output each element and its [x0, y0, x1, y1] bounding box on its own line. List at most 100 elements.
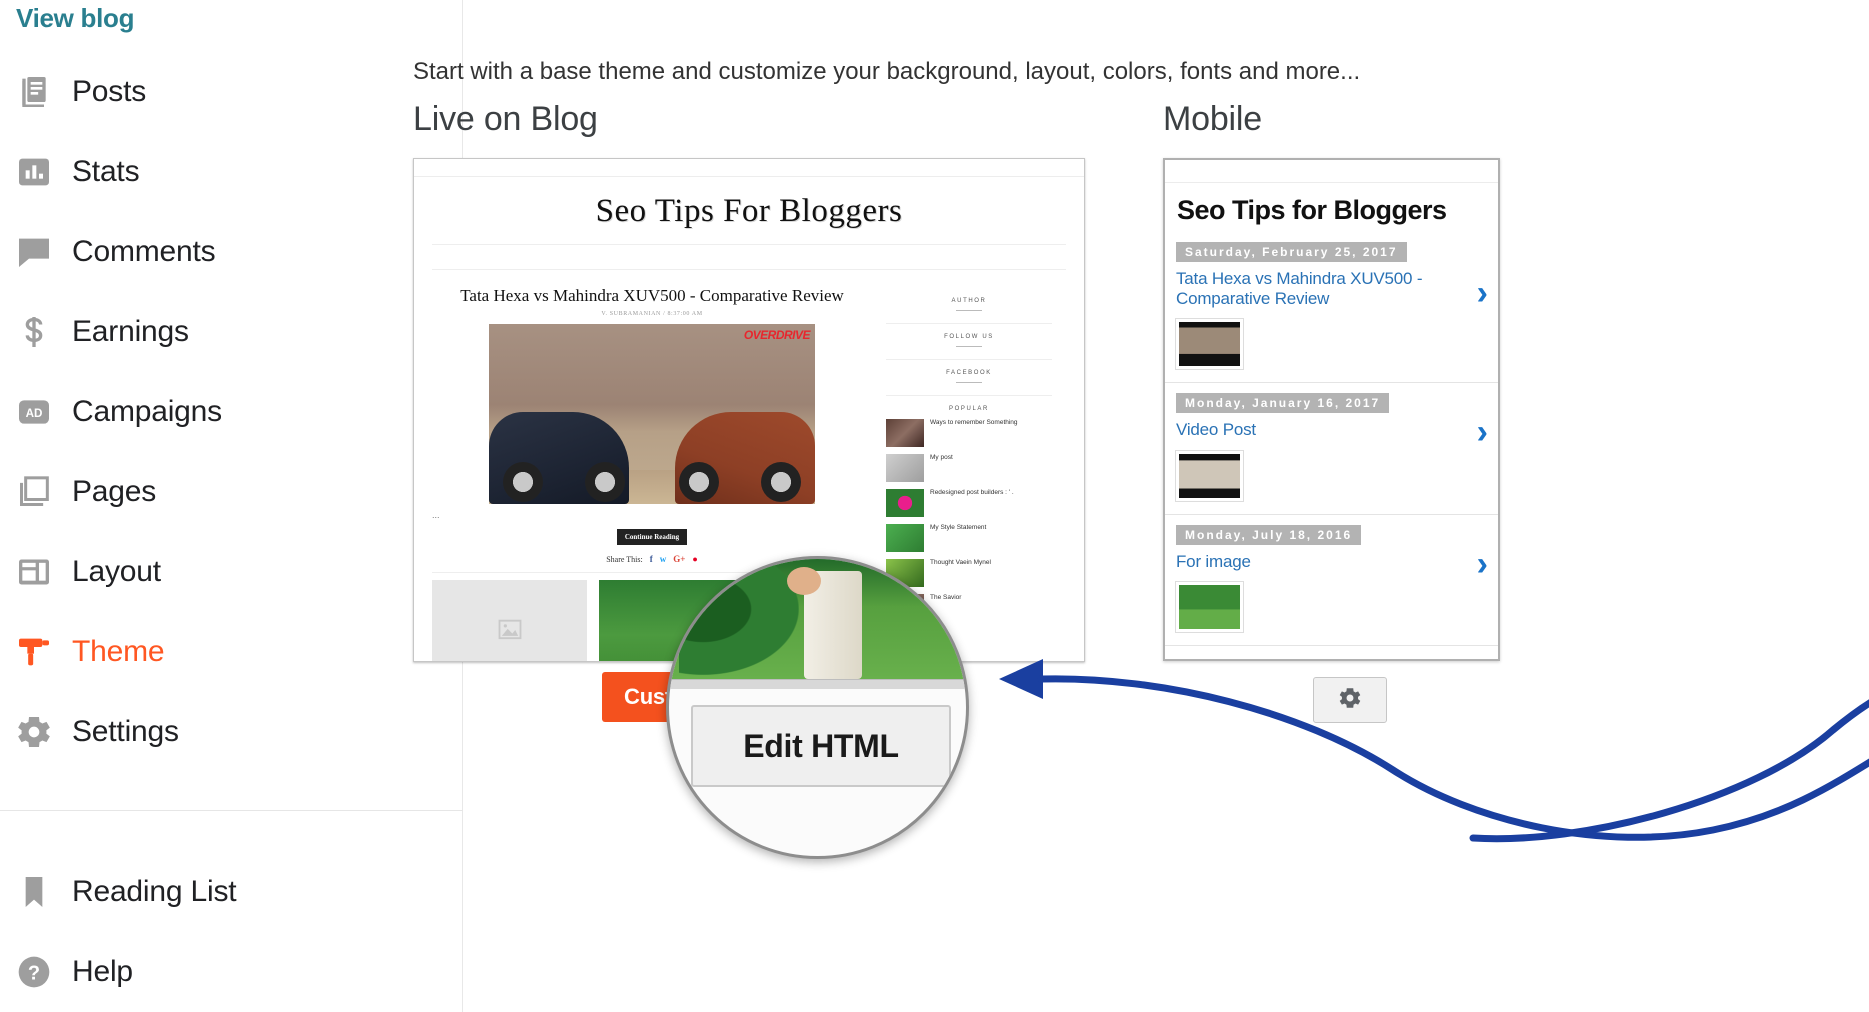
mobile-post-item[interactable]: Monday, January 16, 2017 Video Post ›	[1165, 383, 1498, 515]
layout-icon	[14, 548, 72, 596]
sidebar-item-pages[interactable]: Pages	[0, 452, 463, 532]
sidebar-item-stats[interactable]: Stats	[0, 132, 463, 212]
preview-nav-bar	[432, 244, 1066, 270]
mobile-blog-title: Seo Tips for Bloggers	[1177, 195, 1447, 225]
mobile-post-item[interactable]: Monday, July 18, 2016 For image ›	[1165, 515, 1498, 647]
sidebar: View blog Posts Stats Comments Earnings …	[0, 0, 463, 1012]
widget-rule	[956, 382, 982, 383]
preview-post-image: OVERDRIVE	[489, 324, 815, 505]
mobile-post-thumb	[1176, 319, 1243, 370]
mobile-post-thumb	[1176, 450, 1243, 501]
preview-post-excerpt: ...	[432, 510, 440, 521]
widget-label: FOLLOW US	[944, 334, 994, 340]
share-label: Share This:	[606, 554, 643, 564]
magnifier-callout: Edit HTML	[666, 556, 969, 859]
posts-icon	[14, 68, 72, 116]
stats-icon	[14, 148, 72, 196]
preview-widget-author: AUTHOR	[886, 288, 1052, 324]
mobile-settings-button[interactable]	[1313, 677, 1387, 723]
main-content: Start with a base theme and customize yo…	[413, 0, 1869, 1012]
mobile-post-date: Monday, July 18, 2016	[1176, 524, 1362, 545]
chevron-right-icon[interactable]: ›	[1477, 276, 1488, 310]
preview-widget-follow-us: FOLLOW US	[886, 324, 1052, 360]
edit-html-button[interactable]: Edit HTML	[691, 705, 951, 787]
sidebar-item-label: Settings	[72, 715, 179, 748]
popular-post-item[interactable]: My Style Statement	[886, 524, 1052, 552]
continue-reading-button[interactable]: Continue Reading	[616, 529, 688, 546]
popular-post-thumb	[886, 489, 924, 517]
preview-post-title: Tata Hexa vs Mahindra XUV500 - Comparati…	[460, 286, 844, 305]
sidebar-item-settings[interactable]: Settings	[0, 692, 463, 772]
comments-icon	[14, 228, 72, 276]
earnings-icon	[14, 308, 72, 356]
sidebar-divider	[0, 810, 463, 811]
preview-blog-title: Seo Tips For Bloggers	[595, 193, 903, 229]
popular-post-title: My post	[930, 454, 953, 461]
facebook-icon[interactable]: f	[650, 554, 653, 564]
popular-post-item[interactable]: Ways to remember Something	[886, 419, 1052, 447]
mobile-post-title[interactable]: For image	[1165, 545, 1498, 572]
sidebar-item-label: Pages	[72, 475, 157, 508]
sidebar-item-label: Comments	[72, 235, 216, 268]
preview-widget-facebook: FACEBOOK	[886, 360, 1052, 396]
chevron-right-icon[interactable]: ›	[1477, 415, 1488, 449]
twitter-icon[interactable]: w	[660, 554, 667, 564]
svg-text:AD: AD	[26, 407, 43, 420]
sidebar-item-layout[interactable]: Layout	[0, 532, 463, 612]
view-blog-link[interactable]: View blog	[16, 3, 134, 34]
overdrive-watermark: OVERDRIVE	[743, 328, 811, 343]
popular-post-item[interactable]: Redesigned post builders : ' .	[886, 489, 1052, 517]
sidebar-item-label: Layout	[72, 555, 161, 588]
sidebar-item-help[interactable]: ? Help	[0, 932, 463, 1012]
theme-description: Start with a base theme and customize yo…	[413, 58, 1361, 85]
chevron-right-icon[interactable]: ›	[1477, 547, 1488, 581]
sidebar-item-label: Help	[72, 955, 133, 988]
settings-icon	[14, 708, 72, 756]
mobile-post-title[interactable]: Video Post	[1165, 413, 1498, 440]
popular-post-title: Ways to remember Something	[930, 419, 1018, 426]
popular-post-thumb	[886, 524, 924, 552]
mobile-preview[interactable]: Seo Tips for Bloggers Saturday, February…	[1163, 158, 1500, 661]
popular-widget-label: POPULAR	[949, 406, 989, 412]
popular-post-item[interactable]: My post	[886, 454, 1052, 482]
placeholder-image-thumb	[432, 580, 587, 661]
help-icon: ?	[14, 948, 72, 996]
mobile-post-divider	[1165, 645, 1498, 647]
sidebar-item-earnings[interactable]: Earnings	[0, 292, 463, 372]
widget-rule	[956, 310, 982, 311]
sidebar-item-label: Campaigns	[72, 395, 222, 428]
popular-post-thumb	[886, 454, 924, 482]
live-on-blog-heading: Live on Blog	[413, 100, 598, 138]
popular-post-thumb	[886, 419, 924, 447]
theme-icon	[14, 628, 72, 676]
sidebar-item-comments[interactable]: Comments	[0, 212, 463, 292]
svg-text:?: ?	[28, 963, 40, 985]
bookmark-icon	[14, 868, 72, 916]
sidebar-item-theme[interactable]: Theme	[0, 612, 463, 692]
widget-rule	[956, 346, 982, 347]
sidebar-main-nav: Posts Stats Comments Earnings AD Campaig…	[0, 52, 463, 772]
gear-icon	[1337, 685, 1363, 716]
mobile-post-title[interactable]: Tata Hexa vs Mahindra XUV500 - Comparati…	[1165, 262, 1498, 308]
sidebar-bottom-nav: Reading List ? Help	[0, 852, 463, 1012]
sidebar-item-reading-list[interactable]: Reading List	[0, 852, 463, 932]
pages-icon	[14, 468, 72, 516]
popular-post-title: My Style Statement	[930, 524, 987, 531]
campaigns-icon: AD	[14, 388, 72, 436]
sidebar-item-label: Reading List	[72, 875, 237, 908]
mobile-post-thumb	[1176, 582, 1243, 633]
magnified-photo	[669, 559, 966, 679]
sidebar-item-label: Earnings	[72, 315, 189, 348]
sidebar-item-label: Stats	[72, 155, 140, 188]
mobile-heading: Mobile	[1163, 100, 1262, 138]
magnified-arm	[787, 567, 821, 595]
preview-post-meta: V. SUBRAMANIAN / 8:37:00 AM	[601, 311, 703, 318]
sidebar-item-label: Theme	[72, 635, 165, 668]
mobile-post-date: Monday, January 16, 2017	[1176, 393, 1390, 414]
widget-label: FACEBOOK	[946, 370, 992, 376]
sidebar-item-campaigns[interactable]: AD Campaigns	[0, 372, 463, 452]
mobile-topbar	[1165, 160, 1498, 183]
mobile-post-item[interactable]: Saturday, February 25, 2017 Tata Hexa vs…	[1165, 242, 1498, 384]
popular-post-title: Redesigned post builders : ' .	[930, 489, 1014, 496]
sidebar-item-posts[interactable]: Posts	[0, 52, 463, 132]
